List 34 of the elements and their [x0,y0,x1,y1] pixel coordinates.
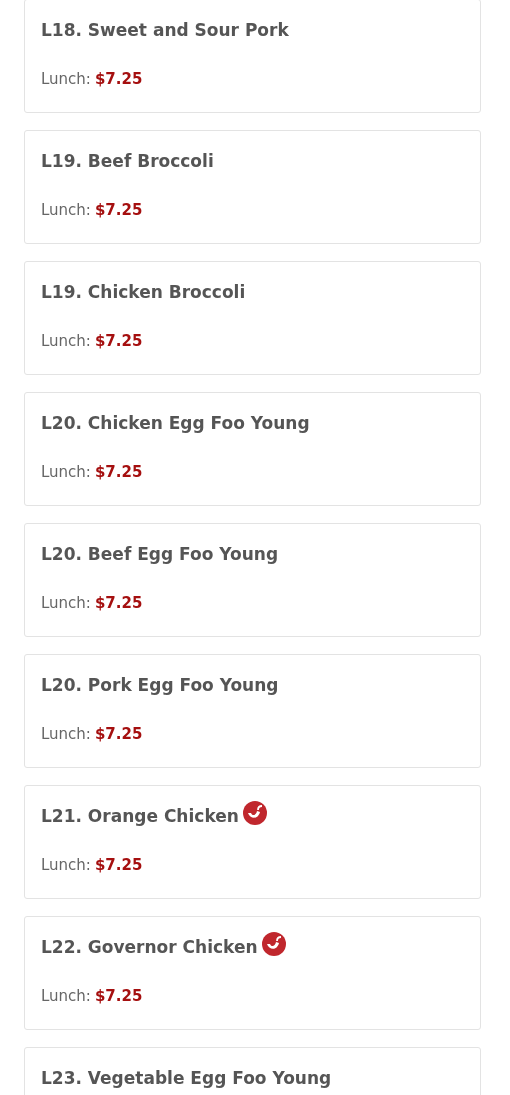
item-title: L20. Chicken Egg Foo Young [41,413,310,433]
price: $7.25 [94,332,143,350]
price: $7.25 [94,201,143,219]
price: $7.25 [94,725,143,743]
price-label: Lunch: [41,70,91,88]
item-title: L20. Beef Egg Foo Young [41,544,279,564]
item-title: L19. Chicken Broccoli [41,282,246,302]
menu-item-card[interactable]: L20. Pork Egg Foo Young Lunch: $7.25 [24,654,481,768]
menu-item-card[interactable]: L19. Beef Broccoli Lunch: $7.25 [24,130,481,244]
item-title: L23. Vegetable Egg Foo Young [41,1068,332,1088]
price-label: Lunch: [41,594,91,612]
item-title: L20. Pork Egg Foo Young [41,675,279,695]
price-label: Lunch: [41,725,91,743]
item-title: L21. Orange Chicken [41,806,239,826]
item-title: L19. Beef Broccoli [41,151,214,171]
menu-item-card[interactable]: L21. Orange Chicken Lunch: $7.25 [24,785,481,899]
menu-item-card[interactable]: L22. Governor Chicken Lunch: $7.25 [24,916,481,1030]
price-label: Lunch: [41,201,91,219]
price: $7.25 [94,856,143,874]
price-label: Lunch: [41,987,91,1005]
price-label: Lunch: [41,856,91,874]
price: $7.25 [94,463,143,481]
menu-item-card[interactable]: L18. Sweet and Sour Pork Lunch: $7.25 [24,0,481,113]
price: $7.25 [94,987,143,1005]
price: $7.25 [94,70,143,88]
item-title: L18. Sweet and Sour Pork [41,20,289,40]
item-title: L22. Governor Chicken [41,937,258,957]
menu-item-card[interactable]: L20. Beef Egg Foo Young Lunch: $7.25 [24,523,481,637]
price-label: Lunch: [41,463,91,481]
menu-item-card[interactable]: L23. Vegetable Egg Foo Young [24,1047,481,1095]
menu-item-card[interactable]: L19. Chicken Broccoli Lunch: $7.25 [24,261,481,375]
price-label: Lunch: [41,332,91,350]
price: $7.25 [94,594,143,612]
menu-item-card[interactable]: L20. Chicken Egg Foo Young Lunch: $7.25 [24,392,481,506]
